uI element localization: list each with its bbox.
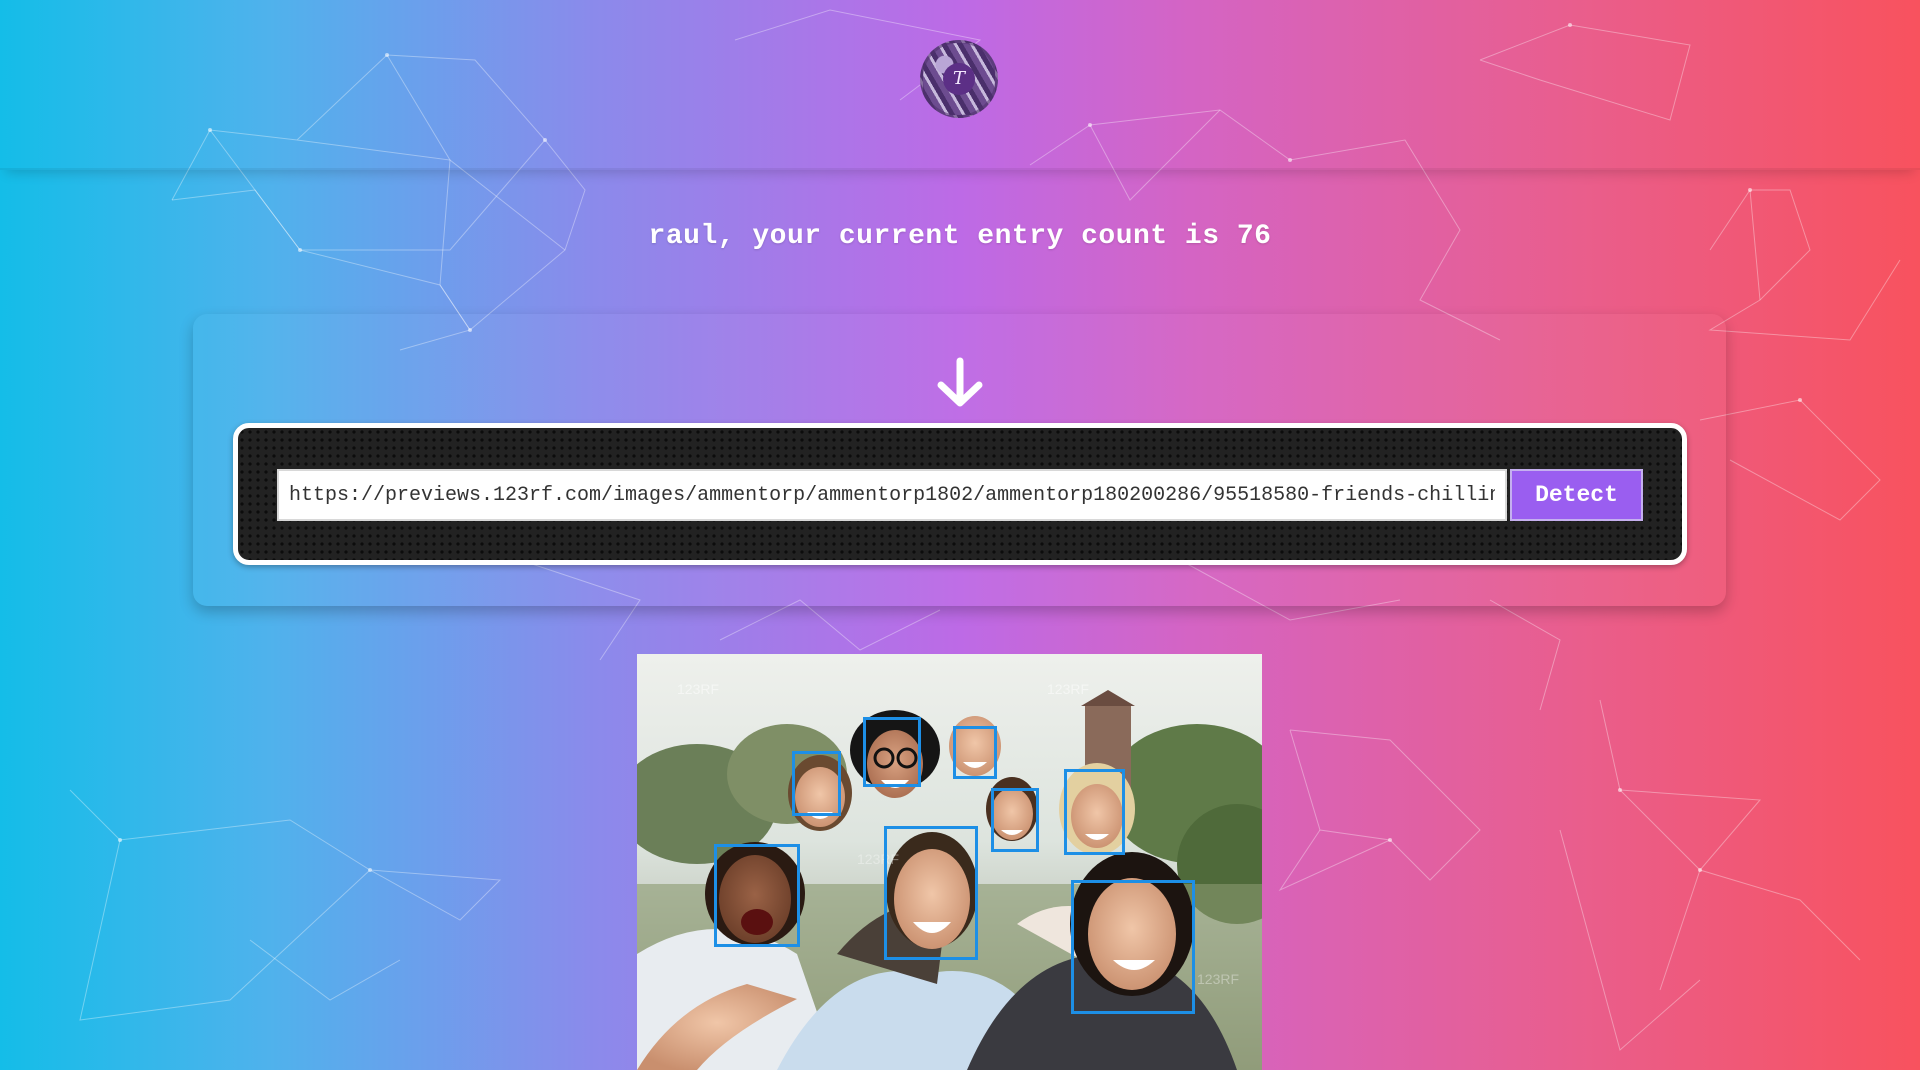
avatar-initial: T <box>943 63 975 95</box>
arrow-down-icon <box>937 357 983 407</box>
detect-button[interactable]: Detect <box>1510 469 1643 521</box>
group-photo: 123RF 123RF 123RF 123RF <box>637 654 1262 1070</box>
image-url-input[interactable] <box>277 469 1507 521</box>
svg-text:123RF: 123RF <box>857 851 899 867</box>
svg-text:123RF: 123RF <box>1197 971 1239 987</box>
svg-text:123RF: 123RF <box>677 681 719 697</box>
result-image: 123RF 123RF 123RF 123RF <box>637 654 1262 1070</box>
svg-text:123RF: 123RF <box>1047 681 1089 697</box>
top-navigation-bar: T <box>0 0 1920 170</box>
entry-count-text: raul, your current entry count is 76 <box>648 221 1272 252</box>
profile-avatar[interactable]: T <box>920 40 998 118</box>
